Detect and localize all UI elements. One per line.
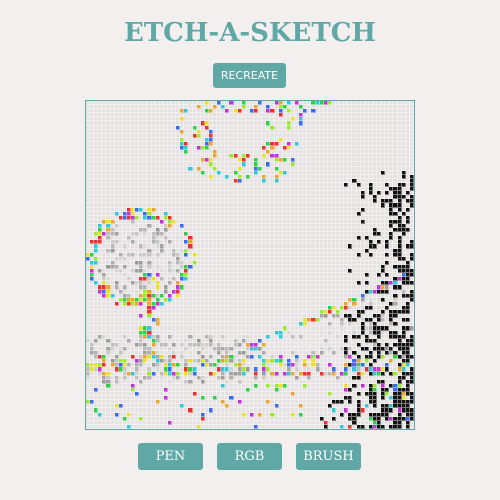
sketch-grid[interactable] bbox=[85, 100, 415, 430]
app-title: ETCH-A-SKETCH bbox=[124, 18, 376, 48]
etch-a-sketch-app: ETCH-A-SKETCH RECREATE PEN RGB BRUSH bbox=[0, 0, 500, 500]
recreate-button[interactable]: RECREATE bbox=[213, 63, 286, 88]
